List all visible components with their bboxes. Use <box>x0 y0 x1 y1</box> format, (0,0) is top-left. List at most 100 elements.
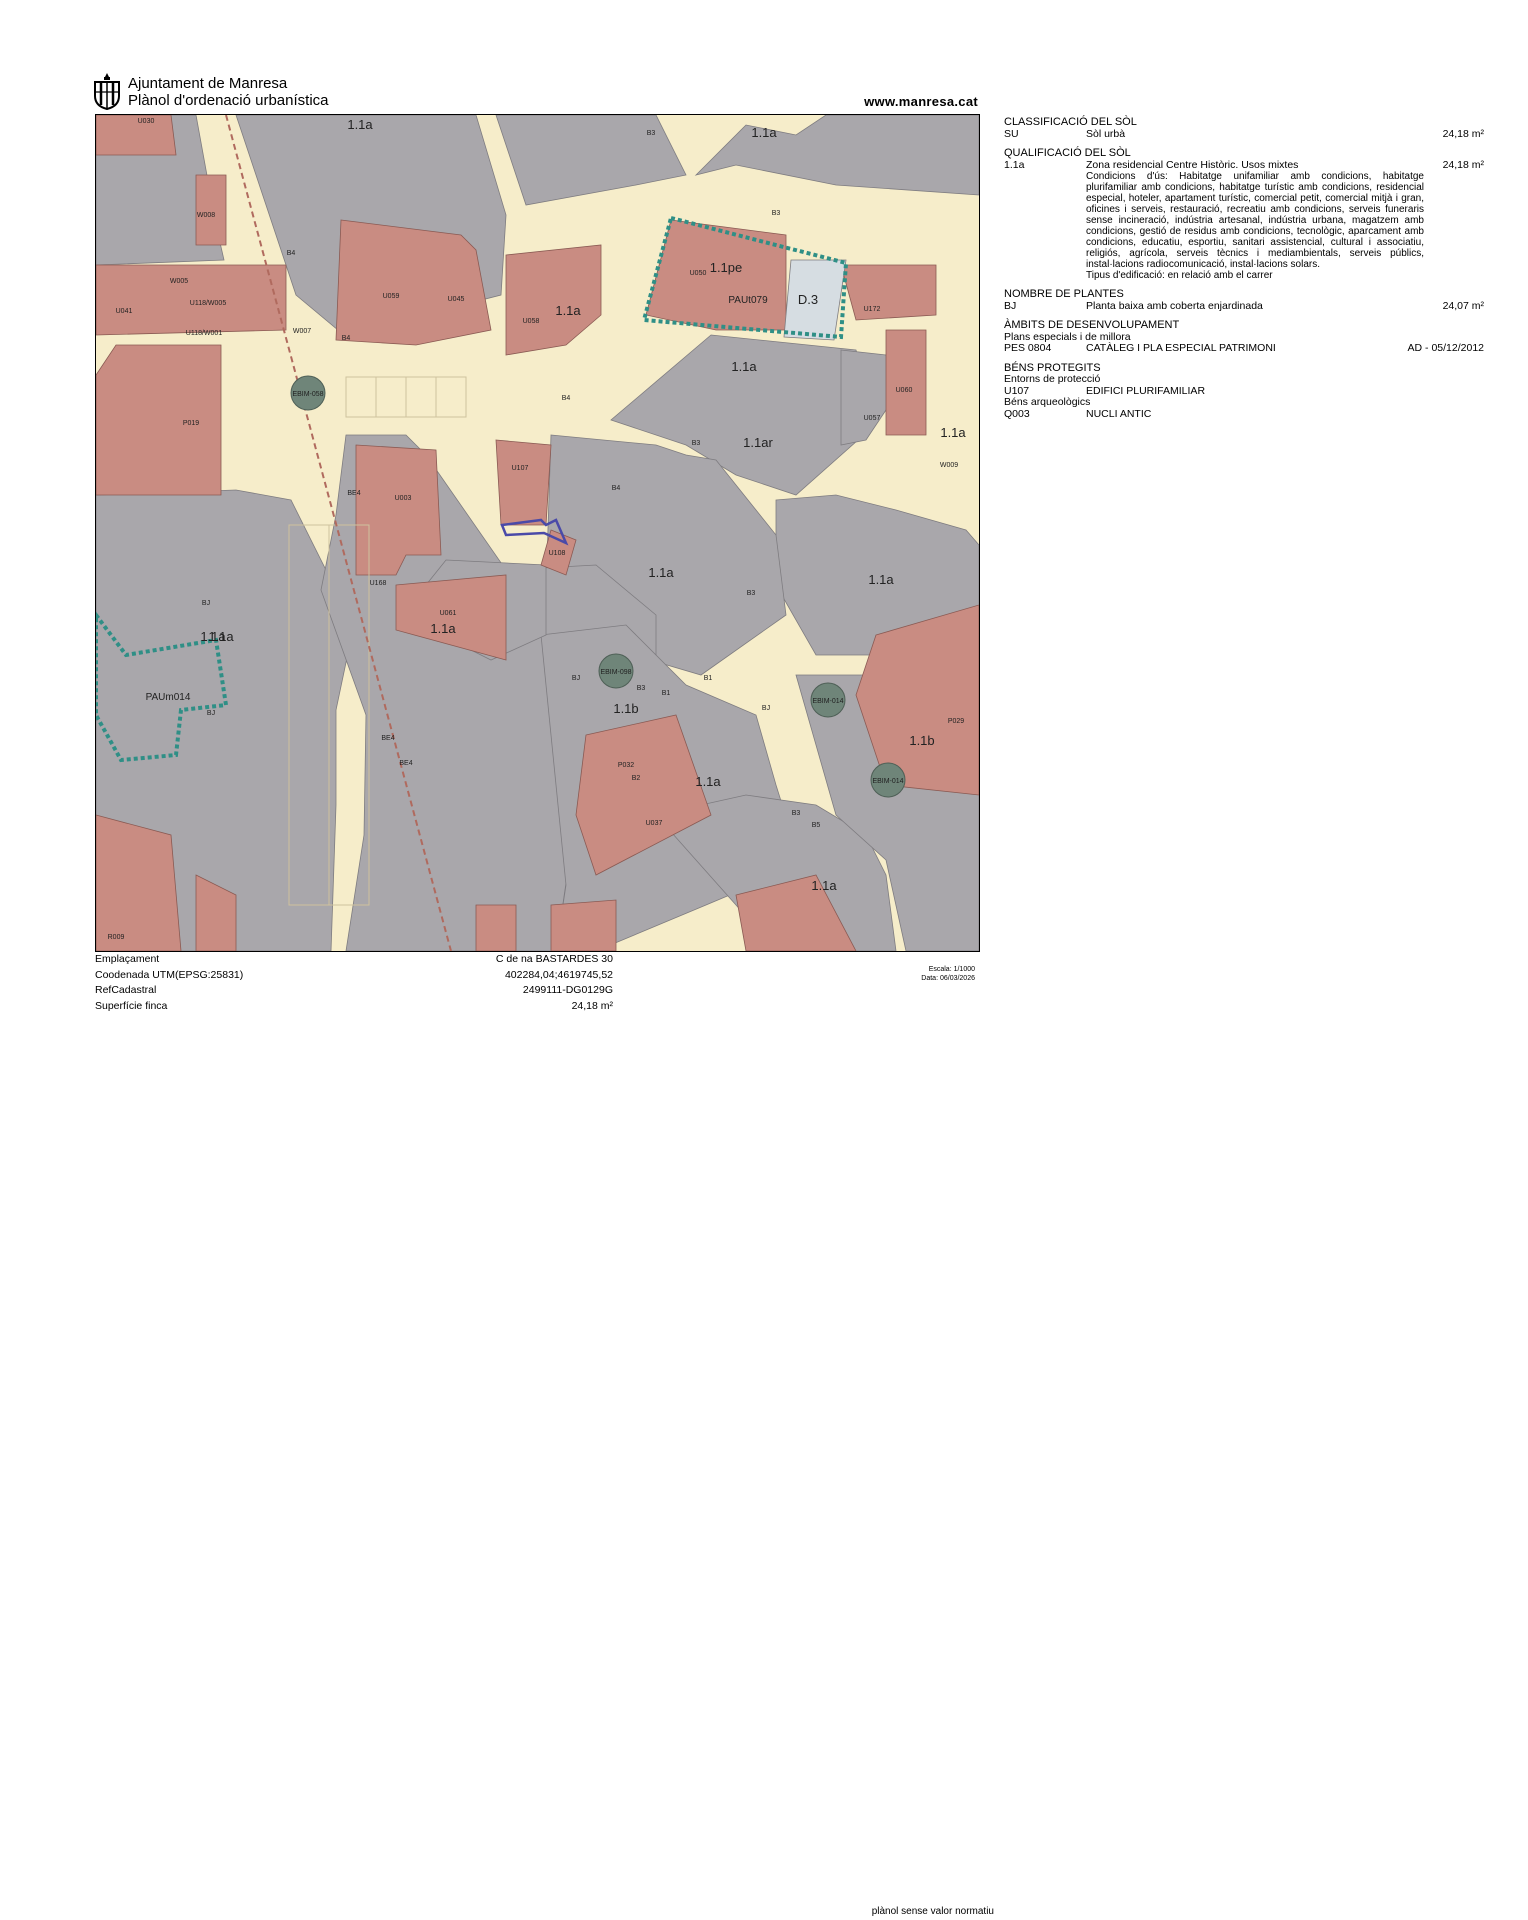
floor-label: B3 <box>647 130 656 137</box>
row-code: SU <box>1004 127 1019 140</box>
row-text: Planta baixa amb coberta enjardinada <box>1086 299 1263 312</box>
section-plantes: NOMBRE DE PLANTES BJ Planta baixa amb co… <box>1004 288 1484 313</box>
parcel-label: U030 <box>138 118 155 125</box>
footer-label: RefCadastral <box>95 984 157 996</box>
row-code: 1.1a <box>1004 158 1025 171</box>
row-text: NUCLI ANTIC <box>1086 407 1152 420</box>
parcel-label: W009 <box>940 462 958 469</box>
parcel-label: W005 <box>170 278 188 285</box>
parcel-label: U059 <box>383 293 400 300</box>
parcel-label: U118/W005 <box>190 300 227 307</box>
zone-label: 1.1a <box>751 125 777 140</box>
floor-label: B3 <box>692 440 701 447</box>
floor-label: BJ <box>207 710 215 717</box>
parcel-label: U061 <box>440 610 457 617</box>
pau-label: PAUm014 <box>146 692 191 703</box>
zone-label: 1.1a <box>648 565 674 580</box>
row-code: Q003 <box>1004 407 1030 420</box>
row-text: Zona residencial Centre Històric. Usos m… <box>1086 158 1299 171</box>
parcel-label: U108 <box>549 550 566 557</box>
row-code: BJ <box>1004 299 1017 312</box>
zone-label: 1.1b <box>613 701 638 716</box>
parcel-label: P019 <box>183 420 199 427</box>
floor-label: BE4 <box>347 490 360 497</box>
zone-label: 1.1a <box>555 303 581 318</box>
zone-label: 1.1b <box>909 733 934 748</box>
floor-label: BE4 <box>399 760 412 767</box>
floor-label: B4 <box>612 485 621 492</box>
tree-label: EBIM-014 <box>872 778 903 785</box>
info-row-desc: Condicions d'ús: Habitatge unifamiliar a… <box>1004 171 1484 281</box>
floor-label: BE4 <box>381 735 394 742</box>
zone-label: 1.1a <box>347 117 373 132</box>
section-classificacio: CLASSIFICACIÓ DEL SÒL SU Sòl urbà 24,18 … <box>1004 116 1484 141</box>
zone-label: 1.1a <box>940 425 966 440</box>
parcel-label: U107 <box>512 465 529 472</box>
row-value: 24,18 m² <box>1442 158 1484 171</box>
parcel-label: U050 <box>690 270 707 277</box>
floor-label: B5 <box>812 822 821 829</box>
floor-label: B4 <box>562 395 571 402</box>
tree-label: EBIM-014 <box>812 698 843 705</box>
floor-label: B3 <box>637 685 646 692</box>
row-code: U107 <box>1004 384 1030 397</box>
floor-label: BJ <box>202 600 210 607</box>
zone-label: 1.1a <box>208 629 234 644</box>
section-title: ÀMBITS DE DESENVOLUPAMENT <box>1004 319 1180 331</box>
section-subtitle: Entorns de protecció <box>1004 373 1101 385</box>
row-value: AD - 05/12/2012 <box>1407 342 1484 354</box>
zone-label: 1.1ar <box>743 435 773 450</box>
parcel-label: U168 <box>370 580 387 587</box>
footer-label: Superfície finca <box>95 999 168 1012</box>
footer-value: 2499111-DG0129G <box>522 984 613 996</box>
parcel-label: U037 <box>646 820 663 827</box>
tree-label: EBIM-098 <box>600 669 631 676</box>
zone-label: 1.1pe <box>710 260 743 275</box>
row-text: Sòl urbà <box>1086 127 1126 140</box>
section-subtitle: Béns arqueològics <box>1004 396 1091 408</box>
footer: Emplaçament C de na BASTARDES 30 Coodena… <box>95 952 994 1917</box>
floor-label: B1 <box>704 675 713 682</box>
zone-label: 1.1a <box>811 878 837 893</box>
zone-label: 1.1a <box>695 774 721 789</box>
floor-label: B3 <box>792 810 801 817</box>
parcel-label: U041 <box>116 308 133 315</box>
floor-label: B3 <box>747 590 756 597</box>
scale-date: Escala: 1/1000 Data: 06/03/2026 <box>0 965 975 983</box>
info-panel: CLASSIFICACIÓ DEL SÒL SU Sòl urbà 24,18 … <box>1004 116 1484 428</box>
parcel-label: U058 <box>523 318 540 325</box>
info-row: SU Sòl urbà 24,18 m² <box>1004 127 1484 141</box>
section-qualificacio: QUALIFICACIÓ DEL SÒL 1.1a Zona residenci… <box>1004 147 1484 281</box>
zone-label: D.3 <box>798 292 818 307</box>
section-title: CLASSIFICACIÓ DEL SÒL <box>1004 116 1137 128</box>
floor-label: B4 <box>287 250 296 257</box>
section-ambits: ÀMBITS DE DESENVOLUPAMENT Plans especial… <box>1004 319 1484 355</box>
section-title: QUALIFICACIÓ DEL SÒL <box>1004 147 1131 159</box>
date-text: Data: 06/03/2026 <box>921 975 975 982</box>
info-row: BJ Planta baixa amb coberta enjardinada … <box>1004 299 1484 313</box>
website-link[interactable]: www.manresa.cat <box>864 94 978 109</box>
parcel-label: W007 <box>293 328 311 335</box>
pau-label: PAUt079 <box>728 295 768 306</box>
city-crest-icon <box>94 73 120 110</box>
urban-plan-map[interactable]: 1.1a 1.1a 1.1a 1.1a 1.1a 1.1ar 1.1a 1.1a 1.1a 1.1… <box>95 114 980 952</box>
floor-label: B3 <box>772 210 781 217</box>
parcel-label: R009 <box>108 934 125 941</box>
floor-label: B4 <box>342 335 351 342</box>
parcel-label: U045 <box>448 296 465 303</box>
zone-label: 1.1a <box>868 572 894 587</box>
org-name: Ajuntament de Manresa <box>128 75 288 92</box>
info-row: Q003 NUCLI ANTIC <box>1004 407 1484 421</box>
footer-row: Superfície finca 24,18 m² <box>95 999 978 1015</box>
info-row: PES 0804 CATÀLEG I PLA ESPECIAL PATRIMON… <box>1004 342 1484 355</box>
parcel-label: U172 <box>864 306 881 313</box>
row-description-2: Tipus d'edificació: en relació amb el ca… <box>1086 270 1273 281</box>
zone-label: 1.1a <box>731 359 757 374</box>
info-row: U107 EDIFICI PLURIFAMILIAR <box>1004 384 1484 398</box>
floor-label: BJ <box>762 705 770 712</box>
parcel-label: U060 <box>896 387 913 394</box>
row-value: 24,18 m² <box>1442 127 1484 140</box>
parcel-label: U003 <box>395 495 412 502</box>
floor-label: B1 <box>662 690 671 697</box>
section-bens: BÉNS PROTEGITS Entorns de protecció U107… <box>1004 362 1484 421</box>
